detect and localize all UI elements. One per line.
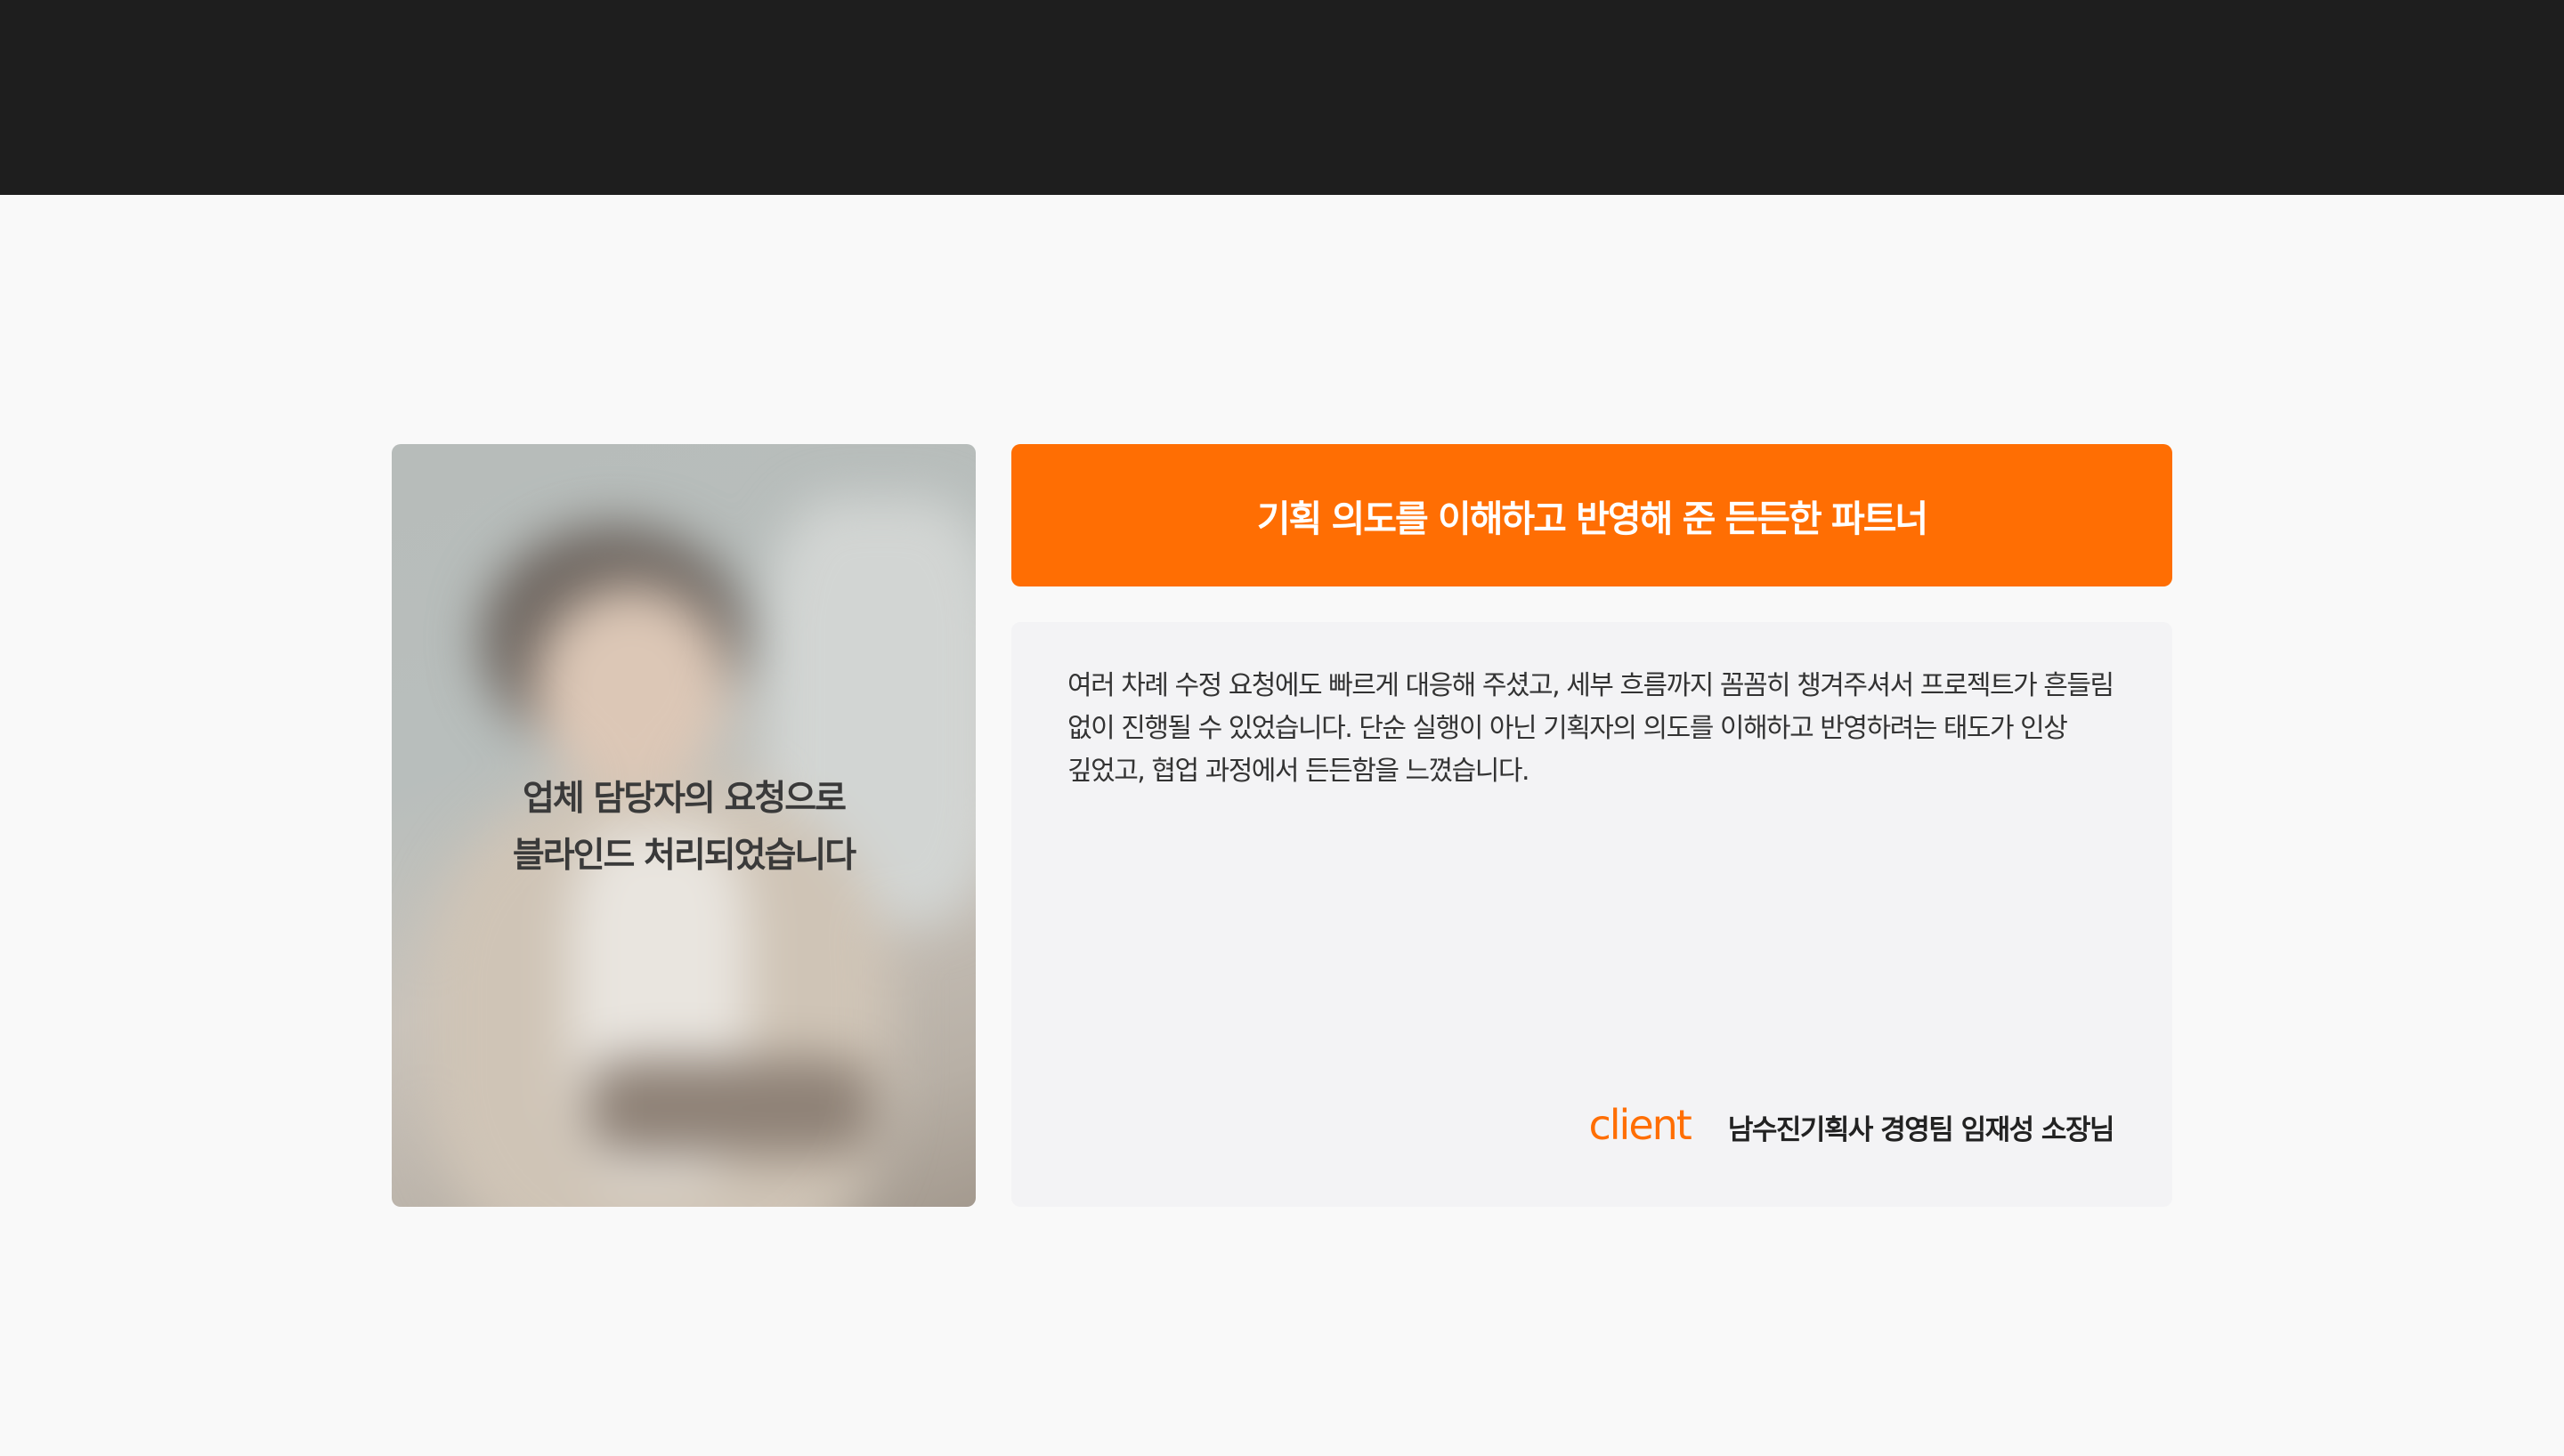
testimonial-headline: 기획 의도를 이해하고 반영해 준 든든한 파트너 — [1256, 497, 1928, 540]
testimonial-body: 여러 차례 수정 요청에도 빠르게 대응해 주셨고, 세부 흐름까지 꼼꼼히 챙… — [1067, 670, 2114, 787]
blind-notice: 업체 담당자의 요청으로 블라인드 처리되었습니다 — [392, 771, 976, 885]
blind-notice-line2: 블라인드 처리되었습니다 — [512, 836, 856, 876]
testimonial-headline-bar: 기획 의도를 이해하고 반영해 준 든든한 파트너 — [1011, 444, 2172, 586]
client-name: 남수진기획사 경영팀 임재성 소장님 — [1727, 1114, 2115, 1146]
top-navigation-bar — [0, 0, 2564, 195]
client-attribution: client 남수진기획사 경영팀 임재성 소장님 — [1588, 1101, 2114, 1149]
testimonial-review-card: 여러 차례 수정 요청에도 빠르게 대응해 주셨고, 세부 흐름까지 꼼꼼히 챙… — [1011, 622, 2172, 1207]
blind-notice-line1: 업체 담당자의 요청으로 — [523, 779, 847, 819]
client-label: client — [1588, 1101, 1692, 1149]
client-photo-blurred: 업체 담당자의 요청으로 블라인드 처리되었습니다 — [392, 444, 976, 1207]
